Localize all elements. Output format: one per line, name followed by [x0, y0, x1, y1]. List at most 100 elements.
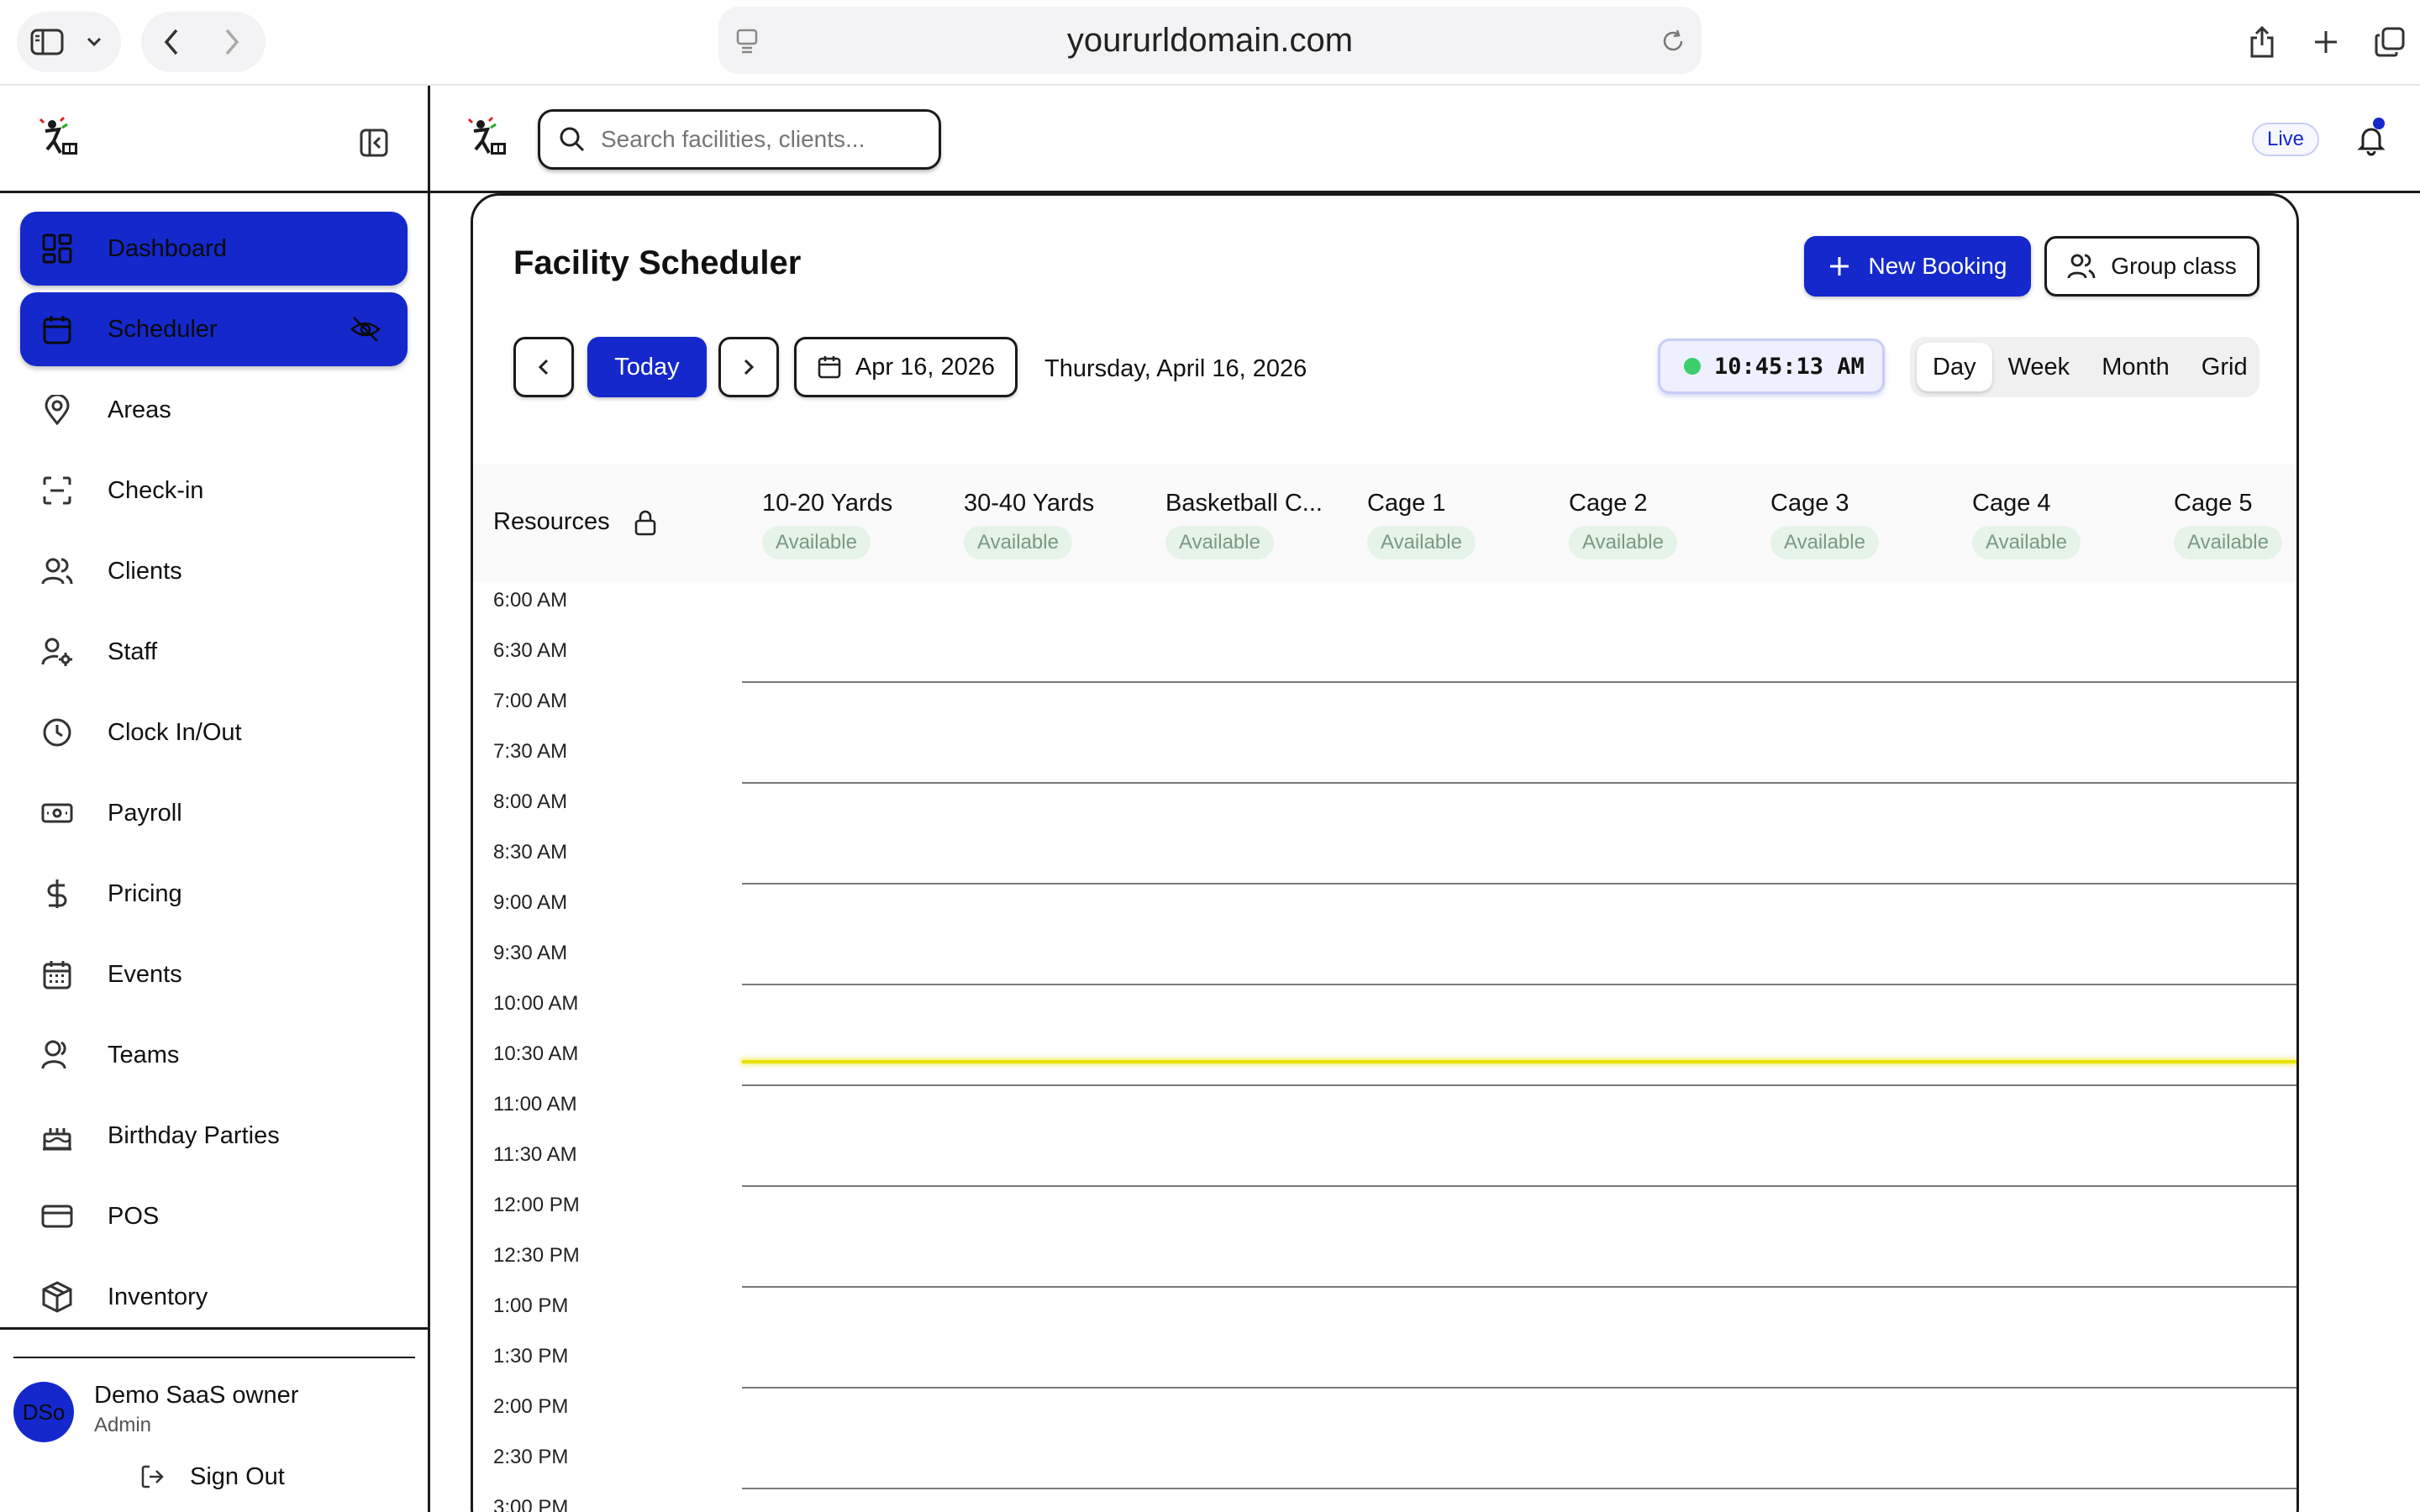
grid-line [742, 1387, 2296, 1389]
sidebar-item-clock-in-out[interactable]: Clock In/Out [20, 696, 408, 769]
tab-month[interactable]: Month [2086, 343, 2186, 391]
resource-column-header[interactable]: Cage 5 Available [2174, 490, 2296, 559]
sidebar-item-dashboard[interactable]: Dashboard [20, 212, 408, 286]
tab-day[interactable]: Day [1917, 343, 1992, 391]
sidebar-item-pricing[interactable]: Pricing [20, 857, 408, 931]
scheduler-card: Facility Scheduler New Booking Group cla… [471, 193, 2299, 1512]
live-badge: Live [2252, 123, 2319, 156]
collapse-sidebar-icon[interactable] [357, 126, 391, 160]
sidebar-item-payroll[interactable]: Payroll [20, 776, 408, 850]
plus-icon [1829, 257, 1849, 276]
time-label: 6:30 AM [493, 639, 568, 662]
credit-card-icon [40, 1200, 74, 1233]
time-label: 10:30 AM [493, 1042, 579, 1065]
new-tab-icon[interactable] [2296, 12, 2356, 72]
grid-line [742, 1185, 2296, 1187]
reload-icon[interactable] [1660, 25, 1686, 63]
brand-logo[interactable] [37, 116, 82, 161]
chevron-right-icon [744, 359, 755, 375]
lock-icon[interactable] [634, 509, 657, 536]
browser-toolbar: yoururldomain.com [0, 0, 2420, 86]
sidebar-item-check-in[interactable]: Check-in [20, 454, 408, 528]
sidebar-item-inventory[interactable]: Inventory [20, 1260, 408, 1334]
resource-header-row: Resources 10-20 Yards Available 30-40 Ya… [473, 465, 2296, 582]
resource-column-header[interactable]: Cage 2 Available [1569, 490, 1767, 559]
sidebar-item-scheduler[interactable]: Scheduler [20, 292, 408, 366]
status-badge: Available [2174, 526, 2282, 559]
chevron-left-icon [538, 359, 549, 375]
resource-name: Cage 3 [1770, 490, 1849, 517]
sign-out-label: Sign Out [190, 1462, 285, 1490]
sidebar-item-label: Clients [108, 557, 182, 585]
next-day-button[interactable] [718, 337, 779, 397]
sidebar: Dashboard Scheduler Areas Check-in Clien… [0, 86, 430, 1512]
group-class-button[interactable]: Group class [2044, 236, 2260, 297]
history-nav-group [141, 12, 266, 72]
tabs-overview-icon[interactable] [2360, 12, 2420, 72]
sidebar-item-birthday-parties[interactable]: Birthday Parties [20, 1099, 408, 1173]
sidebar-item-teams[interactable]: Teams [20, 1018, 408, 1092]
today-button[interactable]: Today [587, 337, 707, 397]
top-bar: Live [430, 86, 2420, 193]
brand-logo[interactable] [466, 116, 511, 161]
status-badge: Available [1367, 526, 1476, 559]
chevron-down-icon[interactable] [77, 36, 111, 48]
avatar[interactable]: DSo [13, 1382, 74, 1442]
resource-column-header[interactable]: Cage 3 Available [1770, 490, 1969, 559]
sidebar-item-events[interactable]: Events [20, 937, 408, 1011]
tab-grid[interactable]: Grid [2186, 343, 2264, 391]
resource-name: 30-40 Yards [964, 490, 1095, 517]
share-icon[interactable] [2232, 12, 2292, 72]
address-bar[interactable]: yoururldomain.com [718, 7, 1702, 74]
resource-name: Cage 5 [2174, 490, 2253, 517]
sidebar-item-staff[interactable]: Staff [20, 615, 408, 689]
cake-icon [40, 1119, 74, 1152]
sidebar-item-pos[interactable]: POS [20, 1179, 408, 1253]
resource-column-header[interactable]: 30-40 Yards Available [964, 490, 1162, 559]
resource-name: Basketball C... [1165, 490, 1323, 517]
status-badge: Available [1770, 526, 1879, 559]
sidebar-item-label: Scheduler [108, 315, 218, 343]
previous-day-button[interactable] [513, 337, 574, 397]
bell-icon[interactable] [2354, 123, 2388, 156]
user-icon [40, 1038, 74, 1072]
status-badge: Available [1569, 526, 1677, 559]
sidebar-item-label: Staff [108, 638, 158, 665]
time-label: 1:00 PM [493, 1294, 569, 1317]
resource-column-header[interactable]: Cage 1 Available [1367, 490, 1565, 559]
forward-icon[interactable] [202, 12, 262, 72]
resource-column-header[interactable]: 10-20 Yards Available [762, 490, 960, 559]
sign-out-icon [141, 1465, 164, 1488]
grid-line [742, 681, 2296, 683]
sidebar-item-areas[interactable]: Areas [20, 373, 408, 447]
notification-dot [2373, 118, 2385, 129]
resources-label: Resources [493, 508, 610, 535]
sidebar-item-clients[interactable]: Clients [20, 534, 408, 608]
sidebar-toggle-group[interactable] [17, 12, 121, 72]
search-box[interactable] [538, 109, 941, 170]
time-label: 8:30 AM [493, 841, 568, 864]
time-label: 10:00 AM [493, 992, 579, 1015]
time-label: 9:00 AM [493, 891, 568, 914]
status-badge: Available [964, 526, 1072, 559]
page-icon [735, 25, 759, 63]
date-picker-label: Apr 16, 2026 [855, 353, 996, 381]
sign-out-button[interactable]: Sign Out [139, 1456, 285, 1498]
calendar-icon [818, 356, 841, 379]
back-icon[interactable] [141, 12, 202, 72]
search-input[interactable] [601, 126, 903, 153]
new-booking-button[interactable]: New Booking [1804, 236, 2031, 297]
tab-week[interactable]: Week [1992, 343, 2086, 391]
users-icon [40, 554, 74, 588]
eye-off-icon[interactable] [349, 312, 382, 346]
resource-name: Cage 2 [1569, 490, 1648, 517]
url-text: yoururldomain.com [1066, 21, 1354, 59]
resource-column-header[interactable]: Cage 4 Available [1972, 490, 2170, 559]
map-pin-icon [40, 393, 74, 427]
time-label: 3:00 PM [493, 1496, 569, 1512]
sidebar-toggle-icon[interactable] [17, 12, 77, 72]
dollar-icon [40, 877, 74, 911]
resource-column-header[interactable]: Basketball C... Available [1165, 490, 1364, 559]
date-picker-button[interactable]: Apr 16, 2026 [794, 337, 1018, 397]
users-icon [2067, 254, 2096, 279]
